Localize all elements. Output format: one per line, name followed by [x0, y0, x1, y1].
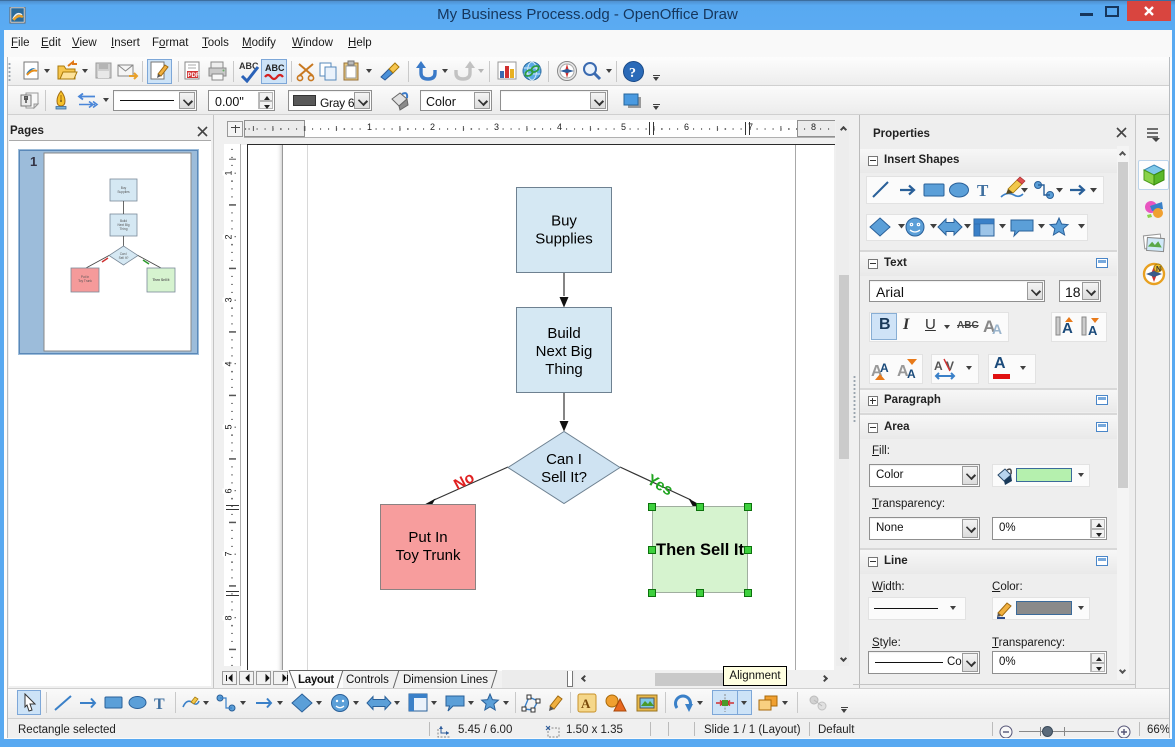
svg-text:Supplies: Supplies — [535, 231, 593, 248]
svg-text:Supplies: Supplies — [117, 190, 130, 194]
svg-text:Can I: Can I — [546, 451, 582, 468]
svg-text:Toy Trunk: Toy Trunk — [395, 547, 461, 564]
svg-text:Buy: Buy — [551, 213, 577, 230]
svg-text:ABC: ABC — [265, 63, 285, 73]
svg-text:A: A — [992, 321, 1002, 337]
svg-text:T: T — [977, 181, 989, 200]
svg-text:Sell It?: Sell It? — [541, 469, 587, 486]
svg-text:A: A — [1062, 320, 1073, 337]
svg-text:Then Sell It: Then Sell It — [152, 278, 170, 282]
svg-text:T: T — [154, 696, 165, 712]
svg-text:Build: Build — [547, 325, 580, 342]
svg-text:?: ? — [629, 66, 636, 81]
svg-text:Put In: Put In — [408, 529, 447, 546]
svg-text:Thing: Thing — [545, 361, 583, 378]
svg-text:Toy Trunk: Toy Trunk — [78, 279, 92, 283]
svg-text:PDF: PDF — [188, 73, 200, 79]
svg-text:Yes: Yes — [644, 471, 676, 499]
svg-text:A: A — [1088, 323, 1098, 338]
svg-text:Next Big: Next Big — [536, 343, 593, 360]
svg-text:A: A — [880, 361, 889, 375]
svg-text:A: A — [934, 359, 943, 373]
svg-text:Then Sell It: Then Sell It — [656, 541, 745, 559]
svg-text:A: A — [581, 696, 591, 711]
svg-text:Thing: Thing — [120, 227, 128, 231]
svg-text:Sell It?: Sell It? — [119, 256, 129, 260]
svg-text:1: 1 — [30, 154, 37, 169]
svg-text:N: N — [1156, 266, 1161, 273]
svg-text:A: A — [907, 367, 916, 381]
